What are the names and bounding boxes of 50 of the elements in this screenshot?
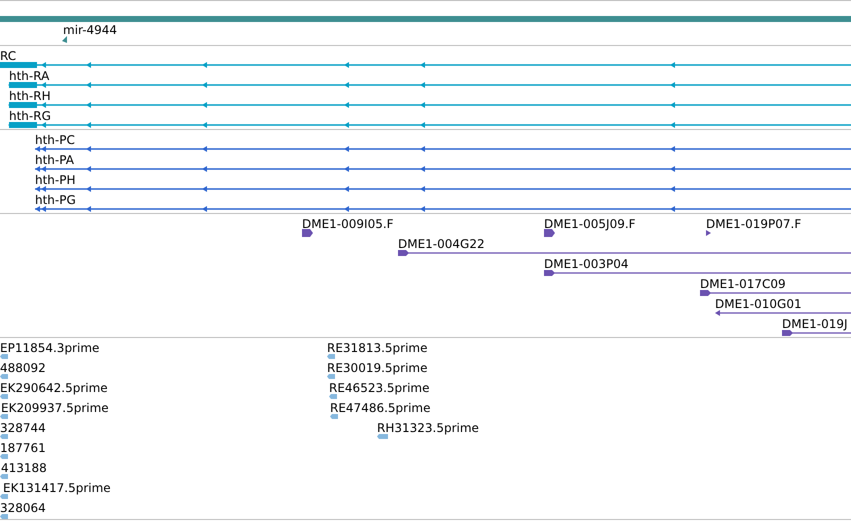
feature-label: 187761 [0, 442, 46, 455]
feature-label: EP11854.3prime [0, 342, 100, 355]
feature-label: hth-RH [9, 90, 51, 103]
feature-label: mir-4944 [63, 24, 118, 37]
feature-glyph [544, 229, 555, 237]
feature-glyph [327, 354, 335, 359]
feature-label: DME1-019P07.F [706, 218, 802, 231]
feature-label: RE47486.5prime [330, 402, 430, 415]
feature-label: hth-PA [35, 154, 74, 167]
feature-glyph [330, 414, 338, 419]
feature-glyph [0, 394, 8, 399]
feature-label: 488092 [0, 362, 46, 375]
feature-label: DME1-010G01 [715, 298, 802, 311]
feature-label: 413188 [1, 462, 47, 475]
feature-label: DME1-017C09 [700, 278, 786, 291]
feature-label: RE30019.5prime [327, 362, 428, 375]
feature-label: EK290642.5prime [0, 382, 108, 395]
feature-glyph [302, 229, 313, 237]
feature-label: DME1-005J09.F [544, 218, 636, 231]
feature-label: hth-RG [9, 110, 51, 123]
feature-glyph [0, 514, 8, 519]
feature-glyph [0, 474, 8, 479]
feature-glyph [0, 454, 8, 459]
feature-label: DME1-009I05.F [302, 218, 394, 231]
feature-glyph [706, 230, 711, 236]
feature-glyph [327, 374, 335, 379]
feature-label: EK131417.5prime [3, 482, 111, 495]
feature-label: DME1-004G22 [398, 238, 485, 251]
feature-label: RE31813.5prime [327, 342, 428, 355]
feature-glyph [62, 36, 67, 43]
feature-label: RE46523.5prime [329, 382, 430, 395]
alignment-drawing [782, 329, 851, 337]
feature-label: RH31323.5prime [377, 422, 479, 435]
feature-glyph [0, 434, 8, 439]
feature-label: hth-PC [35, 134, 75, 147]
feature-label: hth-RA [9, 70, 50, 83]
feature-glyph [329, 394, 337, 399]
feature-label: 328064 [0, 502, 46, 515]
feature-glyph [0, 414, 8, 419]
feature-label: hth-PH [35, 174, 76, 187]
feature-label: DME1-003P04 [544, 258, 629, 271]
feature-glyph [0, 494, 8, 499]
feature-glyph [377, 434, 388, 439]
feature-glyph [0, 354, 8, 359]
feature-label: hth-PG [35, 194, 76, 207]
feature-label: 328744 [0, 422, 46, 435]
feature-label: RC [0, 50, 16, 63]
feature-label: EK209937.5prime [1, 402, 109, 415]
feature-glyph [0, 374, 8, 379]
feature-label: DME1-019J [782, 318, 848, 331]
